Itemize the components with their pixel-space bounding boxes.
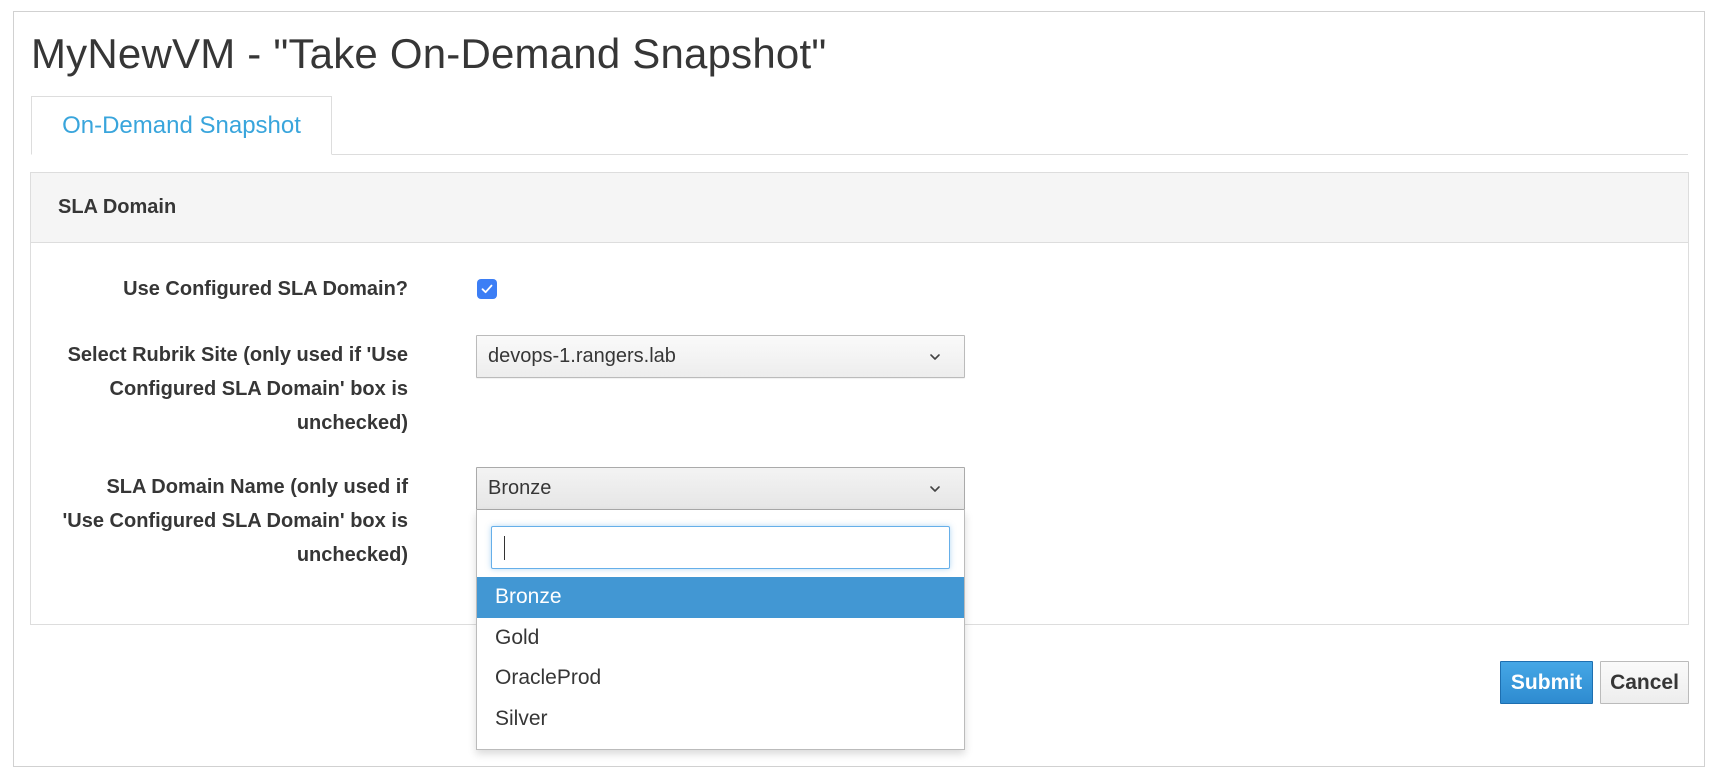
sla-domain-options: Bronze Gold OracleProd Silver [477, 577, 964, 739]
option-silver[interactable]: Silver [477, 699, 964, 740]
sla-domain-name-label-line-2: 'Use Configured SLA Domain' box is [62, 510, 408, 532]
tab-label: On-Demand Snapshot [62, 111, 301, 139]
option-oracleprod[interactable]: OracleProd [477, 658, 964, 699]
sla-domain-search-input[interactable] [491, 526, 950, 569]
use-configured-label-wrap: Use Configured SLA Domain? [40, 277, 408, 311]
cancel-button[interactable]: Cancel [1600, 661, 1689, 704]
rubrik-site-label-line-1: Select Rubrik Site (only used if 'Use [67, 344, 408, 366]
use-configured-checkbox[interactable] [477, 279, 497, 299]
sla-domain-name-label-line-1: SLA Domain Name (only used if [106, 476, 408, 498]
sla-domain-name-value: Bronze [488, 477, 552, 499]
chevron-down-icon [930, 354, 940, 360]
sla-domain-dropdown: Bronze Gold OracleProd Silver [476, 510, 965, 750]
tab-on-demand-snapshot[interactable]: On-Demand Snapshot [31, 96, 332, 155]
rubrik-site-label-line-3: unchecked) [296, 412, 408, 434]
sla-domain-name-select[interactable]: Bronze [476, 467, 965, 510]
submit-button[interactable]: Submit [1500, 661, 1593, 704]
use-configured-label: Use Configured SLA Domain? [123, 278, 408, 300]
option-bronze[interactable]: Bronze [477, 577, 964, 618]
chevron-down-icon [930, 486, 940, 492]
rubrik-site-select[interactable]: devops-1.rangers.lab [476, 335, 965, 378]
text-caret [504, 536, 505, 560]
rubrik-site-value: devops-1.rangers.lab [488, 345, 676, 367]
checkmark-icon [481, 284, 493, 294]
rubrik-site-label-line-2: Configured SLA Domain' box is [109, 378, 408, 400]
sla-domain-name-label-line-3: unchecked) [296, 544, 408, 566]
page-title: MyNewVM - "Take On-Demand Snapshot" [31, 30, 827, 77]
option-gold[interactable]: Gold [477, 618, 964, 659]
panel-heading: SLA Domain [31, 173, 1688, 243]
